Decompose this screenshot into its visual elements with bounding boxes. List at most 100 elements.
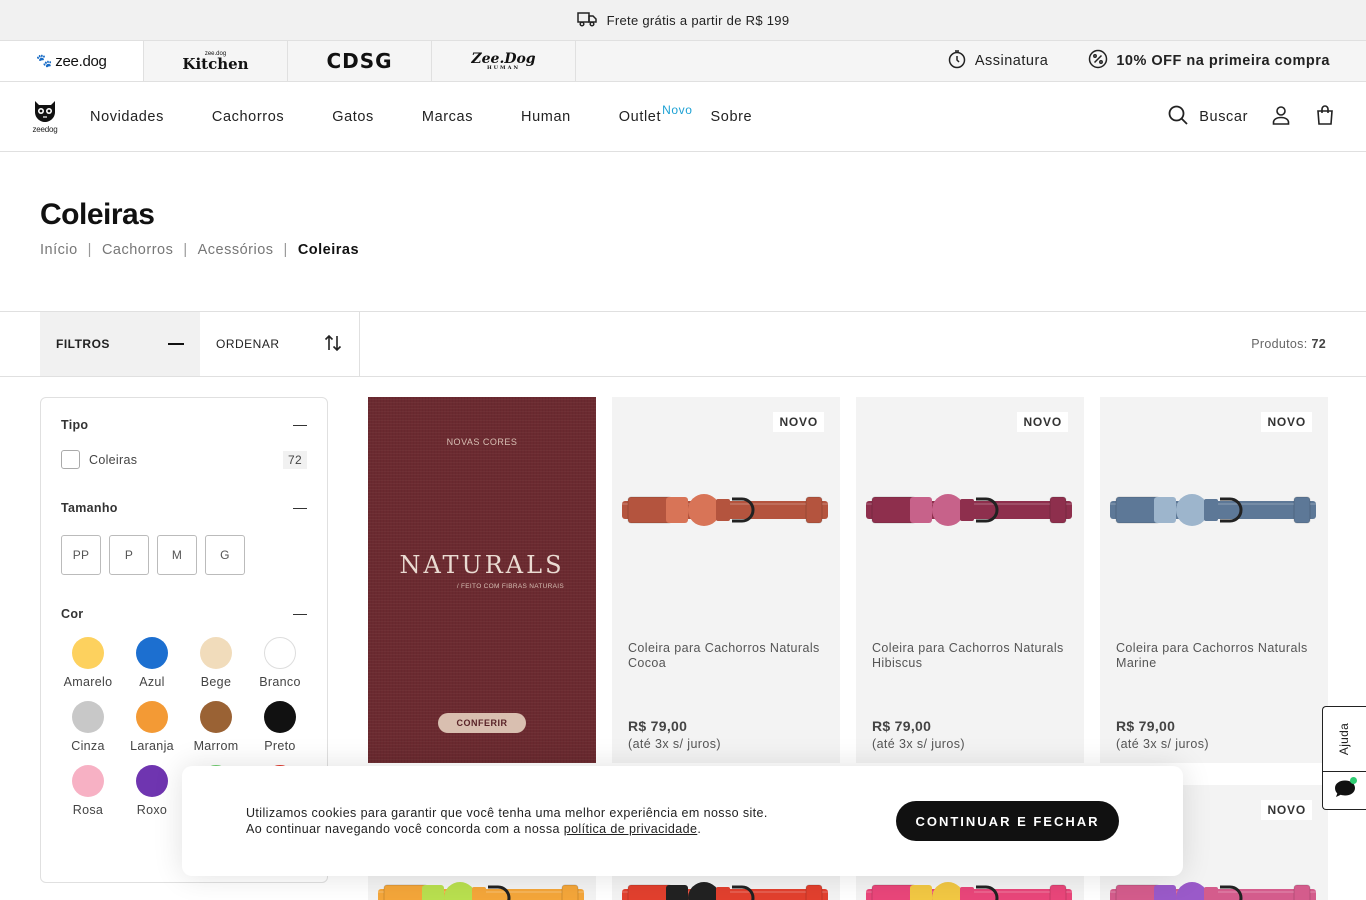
product-card[interactable]: NOVO Coleira para Cachorros Naturals Mar… [1100,397,1328,763]
banner-cta-button[interactable]: CONFERIR [438,713,526,733]
filter-toolbar: FILTROS ORDENAR Produtos: 72 [0,312,1366,377]
brand-bar-spacer [576,41,927,81]
size-options: PP P M G [61,535,307,575]
chat-button[interactable] [1323,771,1366,811]
user-icon[interactable] [1270,104,1292,130]
promo-banner-naturals[interactable]: NOVAS CORES NATURALS / FEITO COM FIBRAS … [368,397,596,763]
nav-cachorros[interactable]: Cachorros [212,109,284,125]
privacy-policy-link[interactable]: política de privacidade [564,822,698,836]
filter-group-header[interactable]: Tipo [61,418,307,432]
search-button[interactable]: Buscar [1167,104,1248,130]
color-label: Azul [139,675,165,689]
new-badge: NOVO [1017,412,1068,432]
discount-link[interactable]: 10% OFF na primeira compra [1068,41,1366,81]
site-logo[interactable]: zeedog [30,98,60,136]
online-status-dot [1350,777,1357,784]
subscription-link[interactable]: Assinatura [927,41,1069,81]
collar-image [1110,494,1316,526]
outlet-new-badge: Novo [662,102,693,117]
nav-human[interactable]: Human [521,109,571,125]
size-p[interactable]: P [109,535,149,575]
filters-toggle[interactable]: FILTROS [40,312,200,376]
color-option[interactable]: Rosa [56,765,120,817]
color-option[interactable]: Branco [248,637,312,689]
breadcrumb-cachorros[interactable]: Cachorros [102,242,173,258]
product-name[interactable]: Coleira para Cachorros Naturals Marine [1116,641,1312,671]
color-swatch[interactable] [200,637,232,669]
percent-icon [1088,49,1108,73]
new-badge: NOVO [1261,412,1312,432]
breadcrumb-separator: | [87,242,92,258]
clock-icon [947,49,967,73]
checkbox[interactable] [61,450,80,469]
size-m[interactable]: M [157,535,197,575]
brand-cdsg[interactable]: CDSG [288,41,432,81]
color-label: Laranja [130,739,174,753]
product-card[interactable]: NOVO Coleira para Cachorros Naturals Hib… [856,397,1084,763]
cookie-line-2-suffix: . [697,822,702,836]
products-count: Produtos: 72 [1251,312,1366,376]
dog-skull-icon: 🐾 [36,53,53,68]
filter-group-header[interactable]: Tamanho [61,501,307,515]
breadcrumb-home[interactable]: Início [40,242,78,258]
nav-outlet[interactable]: Outlet Novo [619,103,693,125]
nav-gatos[interactable]: Gatos [332,109,374,125]
color-option[interactable]: Bege [184,637,248,689]
nav-novidades[interactable]: Novidades [90,109,164,125]
color-swatch[interactable] [136,765,168,797]
color-swatch[interactable] [72,637,104,669]
nav-actions: Buscar [1167,104,1336,130]
color-swatch[interactable] [136,637,168,669]
search-label: Buscar [1199,108,1248,125]
minus-icon [293,424,307,426]
color-option[interactable]: Roxo [120,765,184,817]
dog-skull-icon [35,100,55,122]
size-pp[interactable]: PP [61,535,101,575]
color-swatch[interactable] [72,765,104,797]
size-g[interactable]: G [205,535,245,575]
nav-marcas[interactable]: Marcas [422,109,473,125]
color-option[interactable]: Marrom [184,701,248,753]
color-label: Marrom [193,739,239,753]
subscription-label: Assinatura [974,53,1049,69]
color-option[interactable]: Azul [120,637,184,689]
cookie-text: Utilizamos cookies para garantir que voc… [246,805,768,837]
color-option[interactable]: Preto [248,701,312,753]
filter-group-header[interactable]: Cor [61,607,307,621]
cookie-accept-button[interactable]: CONTINUAR E FECHAR [896,801,1119,841]
filter-option-coleiras[interactable]: Coleiras 72 [61,450,307,469]
color-swatch[interactable] [136,701,168,733]
product-name[interactable]: Coleira para Cachorros Naturals Cocoa [628,641,824,671]
color-swatch[interactable] [264,637,296,669]
breadcrumb-separator: | [283,242,288,258]
cart-icon[interactable] [1314,104,1336,130]
filter-group-title: Tamanho [61,501,118,515]
color-swatch[interactable] [200,701,232,733]
sort-button[interactable]: ORDENAR [200,312,360,376]
help-widget[interactable]: Ajuda [1322,706,1366,810]
logo-text: zeedog [32,124,58,134]
minus-icon [168,343,184,345]
filter-group-tipo: Tipo Coleiras 72 [61,418,307,469]
color-label: Bege [200,675,232,689]
products-count-value: 72 [1311,337,1326,351]
color-option[interactable]: Amarelo [56,637,120,689]
brand-zeedog[interactable]: 🐾 zee.dog [0,41,144,81]
product-card[interactable]: NOVO Coleira para Cachorros Naturals Coc… [612,397,840,763]
filter-option-label: Coleiras [89,452,138,467]
sort-arrows-icon [323,333,343,356]
filter-group-tamanho: Tamanho PP P M G [61,501,307,575]
nav-sobre[interactable]: Sobre [711,109,753,125]
product-name[interactable]: Coleira para Cachorros Naturals Hibiscus [872,641,1068,671]
color-label: Branco [259,675,301,689]
color-option[interactable]: Laranja [120,701,184,753]
promo-text: Frete grátis a partir de R$ 199 [606,12,790,28]
brand-human[interactable]: Zee.Dog HUMAN [432,41,576,81]
brand-zeedog-label: zee.dog [55,52,107,70]
color-swatch[interactable] [264,701,296,733]
brand-kitchen[interactable]: zee.dog Kitchen [144,41,288,81]
page-title: Coleiras [40,198,155,231]
color-swatch[interactable] [72,701,104,733]
breadcrumb-acessorios[interactable]: Acessórios [198,242,274,258]
color-option[interactable]: Cinza [56,701,120,753]
